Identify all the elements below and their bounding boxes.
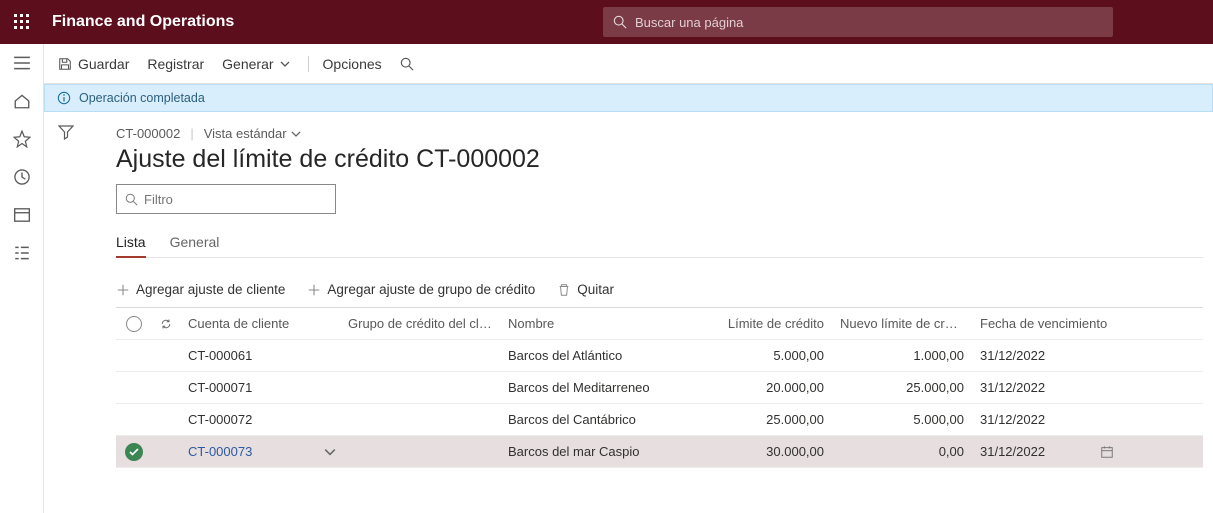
table-row[interactable]: CT-000061 Barcos del Atlántico 5.000,00 … bbox=[116, 340, 1203, 372]
waffle-icon bbox=[14, 14, 30, 30]
col-account[interactable]: Cuenta de cliente bbox=[180, 316, 340, 331]
view-label: Vista estándar bbox=[204, 126, 287, 141]
add-group-adjustment-button[interactable]: Agregar ajuste de grupo de crédito bbox=[307, 282, 535, 297]
cell-expiry[interactable]: 31/12/2022 bbox=[972, 412, 1122, 427]
options-label: Opciones bbox=[323, 56, 382, 72]
data-grid: Cuenta de cliente Grupo de crédito del c… bbox=[116, 307, 1203, 468]
add-customer-adjustment-label: Agregar ajuste de cliente bbox=[136, 282, 285, 297]
cell-name[interactable]: Barcos del Meditarreneo bbox=[500, 380, 716, 395]
app-title: Finance and Operations bbox=[52, 0, 234, 44]
grid-header: Cuenta de cliente Grupo de crédito del c… bbox=[116, 308, 1203, 340]
cell-expiry[interactable]: 31/12/2022 bbox=[972, 348, 1122, 363]
cell-newlimit[interactable]: 0,00 bbox=[832, 444, 972, 459]
expiry-value: 31/12/2022 bbox=[980, 444, 1045, 459]
cell-account[interactable]: CT-000072 bbox=[180, 412, 340, 427]
filter-pane-toggle-col bbox=[44, 112, 88, 513]
add-group-adjustment-label: Agregar ajuste de grupo de crédito bbox=[327, 282, 535, 297]
nav-rail bbox=[0, 44, 44, 513]
tabs: Lista General bbox=[116, 234, 1213, 258]
cell-expiry[interactable]: 31/12/2022 bbox=[972, 380, 1122, 395]
register-button[interactable]: Registrar bbox=[147, 56, 204, 72]
table-row[interactable]: CT-000073 Barcos del mar Caspio 30.000,0… bbox=[116, 436, 1203, 468]
save-icon bbox=[58, 57, 72, 71]
search-icon bbox=[400, 57, 414, 71]
app-launcher-button[interactable] bbox=[0, 0, 44, 44]
tab-general[interactable]: General bbox=[170, 234, 220, 258]
row-selected-indicator[interactable] bbox=[116, 443, 152, 461]
cell-account[interactable]: CT-000061 bbox=[180, 348, 340, 363]
circle-icon bbox=[126, 316, 142, 332]
col-limit[interactable]: Límite de crédito bbox=[716, 316, 832, 331]
breadcrumb: CT-000002 | Vista estándar bbox=[116, 126, 1213, 141]
remove-label: Quitar bbox=[577, 282, 614, 297]
app-header: Finance and Operations bbox=[0, 0, 1213, 44]
generate-button[interactable]: Generar bbox=[222, 56, 289, 72]
global-search-input[interactable] bbox=[635, 15, 1103, 30]
nav-home-button[interactable] bbox=[13, 92, 31, 110]
cell-account[interactable]: CT-000071 bbox=[180, 380, 340, 395]
save-label: Guardar bbox=[78, 56, 129, 72]
nav-menu-button[interactable] bbox=[13, 54, 31, 72]
page-title: Ajuste del límite de crédito CT-000002 bbox=[116, 145, 1213, 174]
global-search[interactable] bbox=[603, 7, 1113, 37]
col-expiry[interactable]: Fecha de vencimiento bbox=[972, 316, 1122, 331]
command-bar: Guardar Registrar Generar Opciones bbox=[44, 44, 1213, 84]
col-newlimit[interactable]: Nuevo límite de crédito bbox=[832, 316, 972, 331]
row-actions: Agregar ajuste de cliente Agregar ajuste… bbox=[116, 282, 1213, 297]
generate-label: Generar bbox=[222, 56, 273, 72]
refresh-column[interactable] bbox=[152, 317, 180, 331]
cell-newlimit[interactable]: 5.000,00 bbox=[832, 412, 972, 427]
add-customer-adjustment-button[interactable]: Agregar ajuste de cliente bbox=[116, 282, 285, 297]
chevron-down-icon bbox=[291, 129, 301, 139]
breadcrumb-id: CT-000002 bbox=[116, 126, 180, 141]
tab-list[interactable]: Lista bbox=[116, 234, 146, 258]
info-icon bbox=[57, 91, 71, 105]
cell-newlimit[interactable]: 25.000,00 bbox=[832, 380, 972, 395]
search-command-button[interactable] bbox=[400, 57, 414, 71]
select-all[interactable] bbox=[116, 316, 152, 332]
check-circle-icon bbox=[125, 443, 143, 461]
trash-icon bbox=[557, 283, 571, 297]
nav-modules-button[interactable] bbox=[13, 244, 31, 262]
plus-icon bbox=[307, 283, 321, 297]
plus-icon bbox=[116, 283, 130, 297]
cell-expiry[interactable]: 31/12/2022 bbox=[972, 444, 1122, 459]
funnel-icon bbox=[58, 124, 74, 140]
remove-button[interactable]: Quitar bbox=[557, 282, 614, 297]
cell-limit[interactable]: 5.000,00 bbox=[716, 348, 832, 363]
nav-workspaces-button[interactable] bbox=[13, 206, 31, 224]
search-icon bbox=[613, 15, 627, 29]
account-link[interactable]: CT-000073 bbox=[188, 444, 252, 459]
nav-recent-button[interactable] bbox=[13, 168, 31, 186]
notification-text: Operación completada bbox=[79, 91, 205, 105]
cell-account[interactable]: CT-000073 bbox=[180, 444, 340, 459]
view-selector[interactable]: Vista estándar bbox=[204, 126, 301, 141]
chevron-down-icon bbox=[324, 446, 336, 458]
search-icon bbox=[125, 193, 138, 206]
refresh-icon bbox=[160, 317, 172, 331]
register-label: Registrar bbox=[147, 56, 204, 72]
filter-pane-button[interactable] bbox=[58, 124, 74, 140]
options-button[interactable]: Opciones bbox=[308, 56, 382, 72]
col-group[interactable]: Grupo de crédito del cliente bbox=[340, 316, 500, 331]
notification-bar: Operación completada bbox=[44, 84, 1213, 112]
cell-limit[interactable]: 20.000,00 bbox=[716, 380, 832, 395]
chevron-down-icon bbox=[280, 59, 290, 69]
table-row[interactable]: CT-000071 Barcos del Meditarreneo 20.000… bbox=[116, 372, 1203, 404]
save-button[interactable]: Guardar bbox=[58, 56, 129, 72]
cell-limit[interactable]: 30.000,00 bbox=[716, 444, 832, 459]
cell-newlimit[interactable]: 1.000,00 bbox=[832, 348, 972, 363]
cell-name[interactable]: Barcos del Atlántico bbox=[500, 348, 716, 363]
filter-field[interactable] bbox=[116, 184, 336, 214]
cell-name[interactable]: Barcos del mar Caspio bbox=[500, 444, 716, 459]
nav-favorites-button[interactable] bbox=[13, 130, 31, 148]
col-name[interactable]: Nombre bbox=[500, 316, 716, 331]
cell-limit[interactable]: 25.000,00 bbox=[716, 412, 832, 427]
filter-input[interactable] bbox=[144, 192, 327, 207]
cell-name[interactable]: Barcos del Cantábrico bbox=[500, 412, 716, 427]
calendar-icon[interactable] bbox=[1100, 445, 1114, 459]
table-row[interactable]: CT-000072 Barcos del Cantábrico 25.000,0… bbox=[116, 404, 1203, 436]
